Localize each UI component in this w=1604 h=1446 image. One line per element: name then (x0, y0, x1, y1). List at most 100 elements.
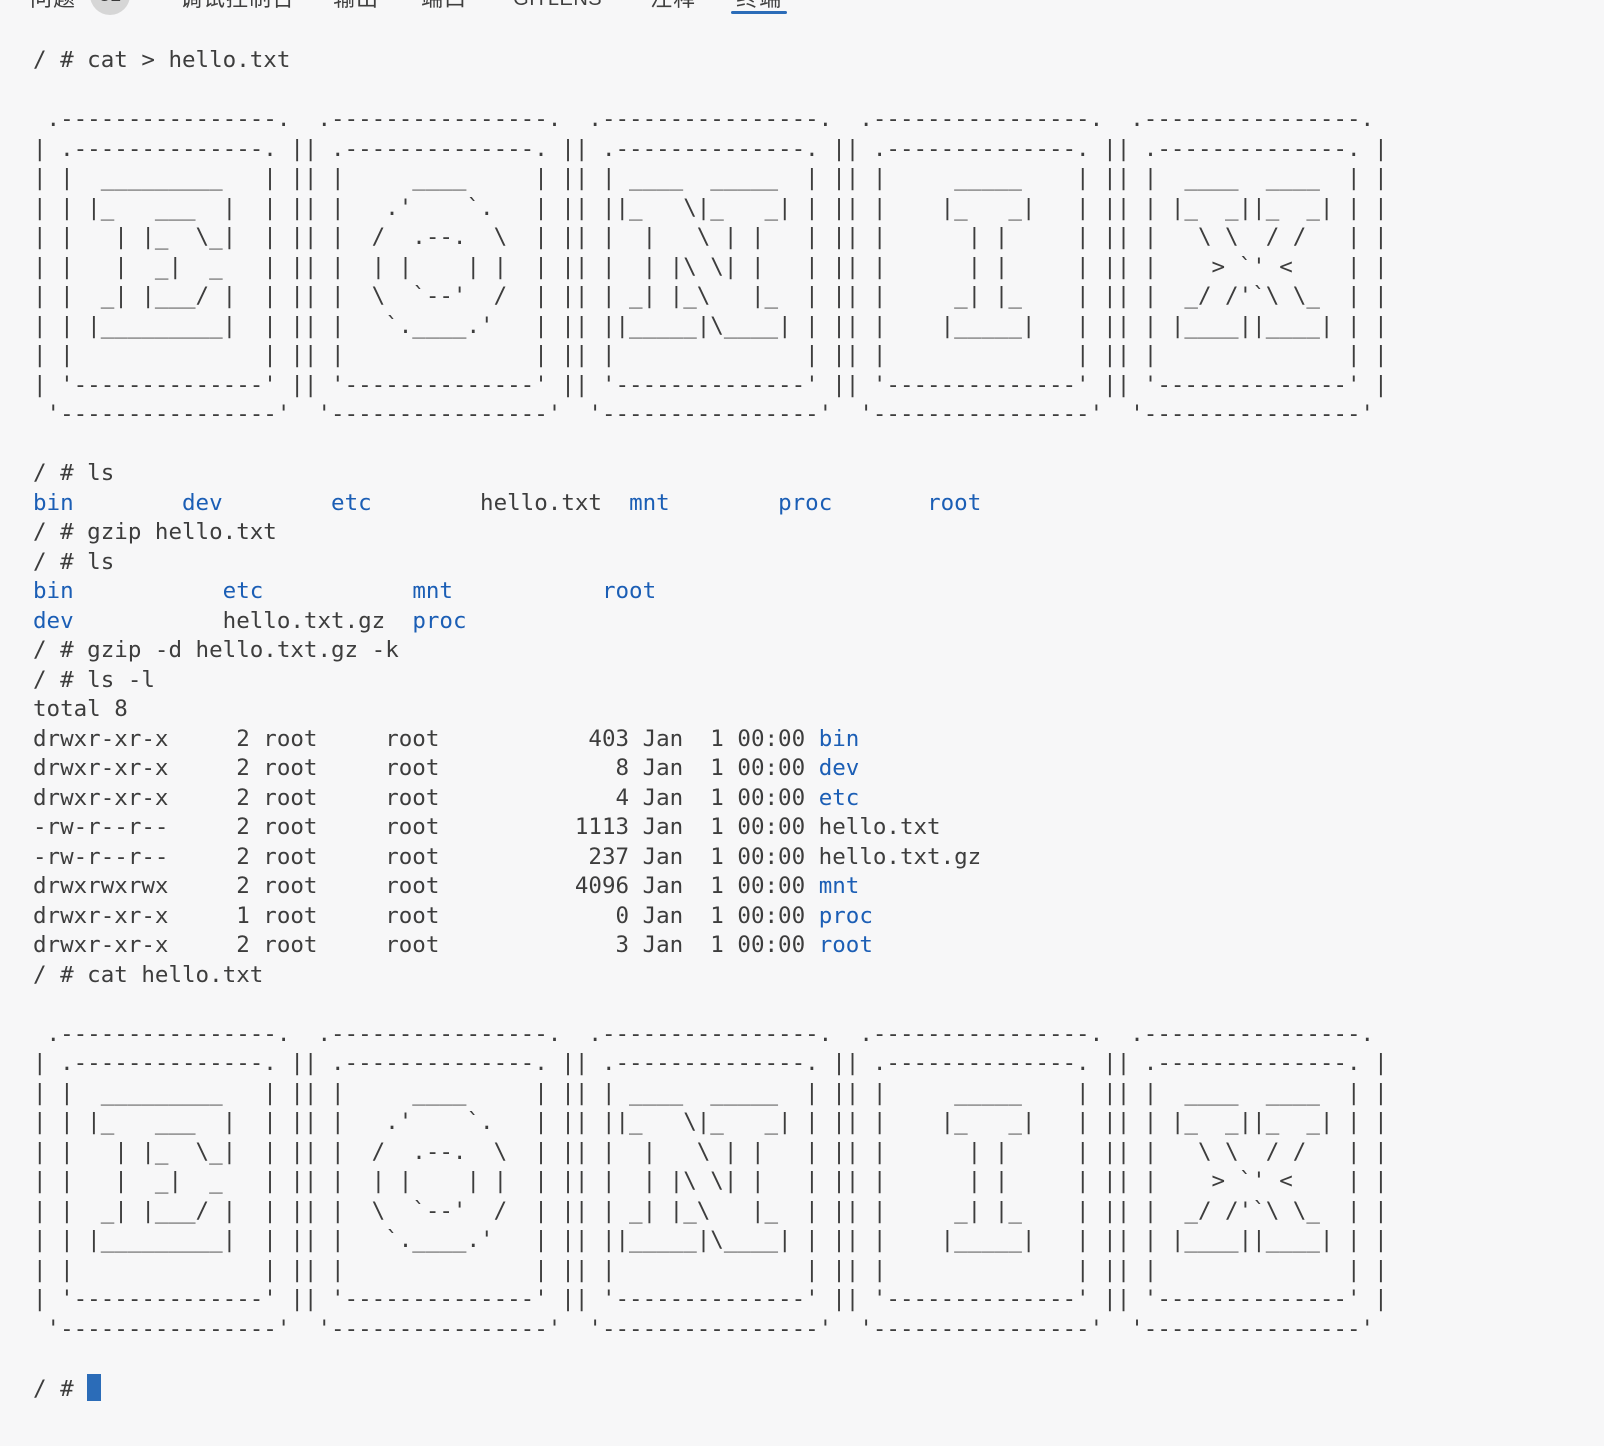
tab-label-problems: 问题 (30, 0, 76, 14)
ascii-banner-line: | | _| |___/ | | || | \ `--' / | || | _|… (33, 282, 1604, 312)
tab-comments[interactable]: 注释 (650, 0, 696, 14)
tab-label-gitlens: GITLENS (513, 0, 602, 14)
tab-output[interactable]: 输出 (333, 0, 379, 14)
terminal-line: dev hello.txt.gz proc (33, 607, 1604, 637)
terminal-text: | '--------------' || '--------------' |… (33, 1286, 1388, 1312)
ascii-banner-line: | | | _| _ | || | | | | | | || | | |\ \|… (33, 1167, 1604, 1197)
ascii-banner-line: | .--------------. || .--------------. |… (33, 135, 1604, 165)
terminal-line: drwxr-xr-x 2 root root 403 Jan 1 00:00 b… (33, 725, 1604, 755)
terminal-line (33, 430, 1604, 460)
ascii-banner-line: | | | |_ \_| | || | / .--. \ | || | | \ … (33, 1138, 1604, 1168)
terminal-line: drwxr-xr-x 1 root root 0 Jan 1 00:00 pro… (33, 902, 1604, 932)
ascii-banner-line: | | |_________| | || | `.____.' | || ||_… (33, 312, 1604, 342)
terminal-line: / # gzip hello.txt (33, 518, 1604, 548)
terminal-line: / # ls (33, 459, 1604, 489)
directory-name: mnt (629, 490, 670, 516)
terminal-line: / # ls -l (33, 666, 1604, 696)
terminal-text: | | | || | | || | | || | | || | | | (33, 1257, 1388, 1283)
directory-name: dev (819, 755, 860, 781)
terminal-text (372, 490, 480, 516)
ascii-banner-line: | '--------------' || '--------------' |… (33, 1285, 1604, 1315)
ascii-banner-line: | | |_________| | || | `.____.' | || ||_… (33, 1226, 1604, 1256)
directory-name: bin (33, 490, 74, 516)
terminal-text: / # cat > hello.txt (33, 47, 290, 73)
terminal-text: / # (33, 1376, 87, 1402)
problems-count-badge: 31 (90, 0, 130, 15)
terminal-text: / # gzip hello.txt (33, 519, 277, 545)
terminal-line: drwxr-xr-x 2 root root 8 Jan 1 00:00 dev (33, 754, 1604, 784)
terminal-text: | | _| |___/ | | || | \ `--' / | || | _|… (33, 283, 1388, 309)
terminal-text: -rw-r--r-- 2 root root 237 Jan 1 00:00 h… (33, 844, 981, 870)
terminal-line: drwxrwxrwx 2 root root 4096 Jan 1 00:00 … (33, 872, 1604, 902)
ascii-banner-line: | | |_ ___ | | || | .' `. | || ||_ \|_ _… (33, 194, 1604, 224)
ascii-banner-line: | | _| |___/ | | || | \ `--' / | || | _|… (33, 1197, 1604, 1227)
directory-name: etc (223, 578, 264, 604)
terminal-text (223, 490, 331, 516)
tab-label-ports: 端口 (421, 0, 467, 14)
tab-debug-console[interactable]: 调试控制台 (180, 0, 295, 14)
ascii-banner-line: | | | _| _ | || | | | | | | || | | |\ \|… (33, 253, 1604, 283)
terminal-text: | | | _| _ | || | | | | | | || | | |\ \|… (33, 254, 1388, 280)
terminal-text: | .--------------. || .--------------. |… (33, 1050, 1388, 1076)
terminal-text (670, 490, 778, 516)
terminal-text: drwxr-xr-x 2 root root 8 Jan 1 00:00 (33, 755, 819, 781)
terminal-text (74, 490, 182, 516)
terminal-text: total 8 (33, 696, 128, 722)
ascii-banner-line: '----------------' '----------------' '-… (33, 400, 1604, 430)
ascii-banner-line: | | _________ | || | ____ | || | ____ __… (33, 164, 1604, 194)
terminal-text (263, 578, 412, 604)
terminal-text: '----------------' '----------------' '-… (33, 401, 1388, 427)
terminal-line: bin dev etc hello.txt mnt proc root (33, 489, 1604, 519)
terminal-text: .----------------. .----------------. .-… (33, 106, 1388, 132)
tab-label-output: 输出 (333, 0, 379, 14)
directory-name: mnt (412, 578, 453, 604)
terminal-line: -rw-r--r-- 2 root root 1113 Jan 1 00:00 … (33, 813, 1604, 843)
directory-name: dev (182, 490, 223, 516)
terminal-text: | | _________ | || | ____ | || | ____ __… (33, 1080, 1388, 1106)
terminal-line: / # ls (33, 548, 1604, 578)
directory-name: proc (819, 903, 873, 929)
terminal-text: / # ls (33, 460, 114, 486)
panel-tab-bar: 问题 31 调试控制台 输出 端口 GITLENS 注释 终端 (0, 0, 1604, 16)
terminal-text: .----------------. .----------------. .-… (33, 1021, 1388, 1047)
terminal-text: hello.txt (480, 490, 629, 516)
terminal-text: | | |_________| | || | `.____.' | || ||_… (33, 1227, 1388, 1253)
ascii-banner-line: | | | |_ \_| | || | / .--. \ | || | | \ … (33, 223, 1604, 253)
terminal-text: drwxrwxrwx 2 root root 4096 Jan 1 00:00 (33, 873, 819, 899)
terminal-line: / # gzip -d hello.txt.gz -k (33, 636, 1604, 666)
tab-ports[interactable]: 端口 (421, 0, 467, 14)
directory-name: proc (778, 490, 832, 516)
active-tab-underline (731, 11, 787, 14)
terminal-line: / # cat > hello.txt (33, 46, 1604, 76)
terminal-text: | | |_ ___ | | || | .' `. | || ||_ \|_ _… (33, 1109, 1388, 1135)
terminal-cursor (87, 1374, 101, 1401)
terminal-text: -rw-r--r-- 2 root root 1113 Jan 1 00:00 … (33, 814, 941, 840)
directory-name: etc (331, 490, 372, 516)
ascii-banner-line: .----------------. .----------------. .-… (33, 1020, 1604, 1050)
terminal-text: | '--------------' || '--------------' |… (33, 372, 1388, 398)
tab-problems[interactable]: 问题 31 (30, 0, 130, 15)
ascii-banner-line: .----------------. .----------------. .-… (33, 105, 1604, 135)
directory-name: mnt (819, 873, 860, 899)
directory-name: root (927, 490, 981, 516)
terminal-line (33, 76, 1604, 106)
terminal[interactable]: / # cat > hello.txt .----------------. .… (0, 46, 1604, 1403)
tab-terminal[interactable]: 终端 (736, 0, 782, 14)
ascii-banner-line: '----------------' '----------------' '-… (33, 1315, 1604, 1345)
tab-label-comments: 注释 (650, 0, 696, 14)
terminal-text: drwxr-xr-x 1 root root 0 Jan 1 00:00 (33, 903, 819, 929)
terminal-line: drwxr-xr-x 2 root root 3 Jan 1 00:00 roo… (33, 931, 1604, 961)
terminal-text: | | | |_ \_| | || | / .--. \ | || | | \ … (33, 1139, 1388, 1165)
terminal-line: bin etc mnt root (33, 577, 1604, 607)
terminal-text: drwxr-xr-x 2 root root 4 Jan 1 00:00 (33, 785, 819, 811)
ascii-banner-line: | .--------------. || .--------------. |… (33, 1049, 1604, 1079)
terminal-line: / # cat hello.txt (33, 961, 1604, 991)
terminal-text: | | | || | | || | | || | | || | | | (33, 342, 1388, 368)
terminal-text: '----------------' '----------------' '-… (33, 1316, 1388, 1342)
terminal-text: drwxr-xr-x 2 root root 403 Jan 1 00:00 (33, 726, 819, 752)
terminal-text: / # cat hello.txt (33, 962, 263, 988)
terminal-text (453, 578, 602, 604)
directory-name: proc (412, 608, 466, 634)
terminal-line (33, 990, 1604, 1020)
tab-gitlens[interactable]: GITLENS (513, 0, 602, 14)
